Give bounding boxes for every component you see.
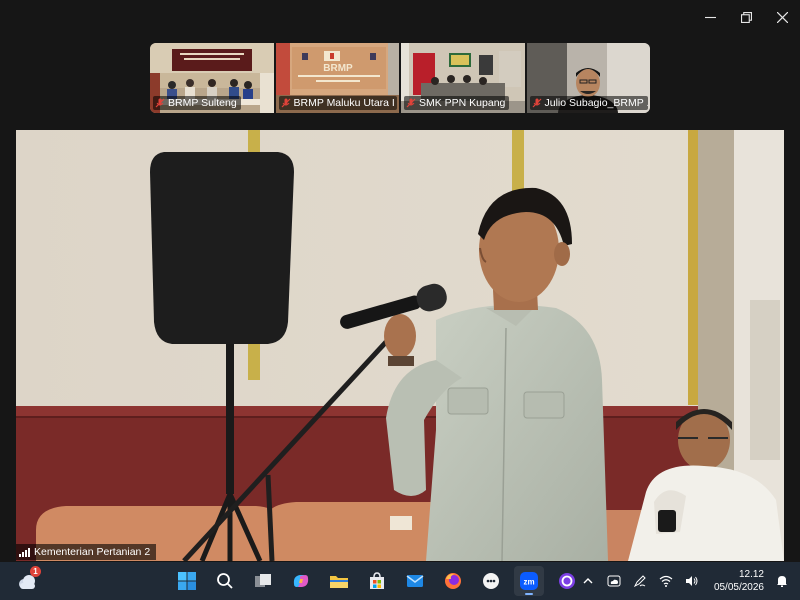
copilot-icon [293, 575, 309, 587]
minimize-button[interactable] [692, 0, 728, 34]
pen-menu-button[interactable] [632, 573, 648, 589]
mic-muted-icon [281, 98, 290, 108]
search-icon [217, 573, 233, 589]
pen-icon [633, 575, 646, 588]
close-icon [776, 11, 788, 23]
taskbar-apps: zm [172, 566, 582, 596]
participant-label: BRMP Maluku Utara I [278, 96, 397, 110]
mic-muted-icon [532, 98, 541, 108]
participant-video-tile[interactable]: Julio Subagio_BRMP ... [526, 43, 650, 113]
clock[interactable]: 12.12 05/05/2026 [714, 568, 764, 594]
onedrive-button[interactable] [606, 573, 622, 589]
mic-muted-icon [406, 98, 416, 108]
participant-label: Julio Subagio_BRMP ... [529, 96, 648, 110]
zoom-icon: zm [520, 572, 538, 590]
chevron-up-icon [583, 578, 593, 584]
notification-bell-icon [777, 576, 787, 587]
speaker-video-frame [16, 130, 784, 561]
zoom-button[interactable]: zm [514, 566, 544, 596]
zoom-window: BRMP Sulteng BRMP BRMP Maluku Utara I SM… [0, 0, 800, 562]
network-signal-icon [19, 547, 30, 557]
participant-video-tile[interactable]: BRMP Sulteng [150, 43, 274, 113]
system-tray: 12.12 05/05/2026 [580, 562, 800, 600]
start-button[interactable] [172, 566, 202, 596]
show-hidden-icons-button[interactable] [580, 573, 596, 589]
firefox-icon [445, 573, 461, 589]
active-speaker-label: Kementerian Pertanian 2 [16, 544, 157, 560]
participant-name: SMK PPN Kupang [419, 97, 506, 109]
active-speaker-name: Kementerian Pertanian 2 [34, 546, 151, 558]
mic-muted-icon [155, 98, 165, 108]
clock-date: 05/05/2026 [713, 582, 764, 593]
close-button[interactable] [764, 0, 800, 34]
wifi-button[interactable] [658, 573, 674, 589]
participant-label: BRMP Sulteng [153, 96, 241, 110]
search-button[interactable] [210, 566, 240, 596]
mail-button[interactable] [400, 566, 430, 596]
notifications-button[interactable] [774, 573, 790, 589]
task-view-button[interactable] [248, 566, 278, 596]
participant-name: BRMP Sulteng [168, 97, 237, 109]
store-icon [370, 572, 384, 589]
circle-app-icon [559, 573, 575, 589]
title-bar [0, 0, 800, 34]
file-explorer-icon [330, 576, 348, 588]
svg-text:BRMP: BRMP [323, 63, 353, 74]
circle-app-button[interactable] [552, 566, 582, 596]
weather-widget[interactable]: 1 [14, 566, 41, 594]
task-view-icon [255, 574, 271, 587]
gallery-strip: BRMP Sulteng BRMP BRMP Maluku Utara I SM… [150, 43, 650, 113]
copilot-button[interactable] [286, 566, 316, 596]
start-icon [178, 572, 196, 590]
volume-icon [685, 576, 698, 586]
minimize-icon [704, 16, 716, 18]
participant-video-tile[interactable]: SMK PPN Kupang [401, 43, 525, 113]
participant-label: SMK PPN Kupang [404, 96, 510, 110]
zoom-label: zm [523, 578, 534, 587]
firefox-button[interactable] [438, 566, 468, 596]
volume-button[interactable] [684, 573, 700, 589]
store-button[interactable] [362, 566, 392, 596]
active-speaker-video[interactable] [16, 130, 784, 561]
restore-button[interactable] [728, 0, 764, 34]
wifi-icon [659, 575, 673, 587]
chat-icon [483, 573, 499, 589]
mail-icon [406, 575, 424, 587]
cloud-sync-icon [607, 575, 621, 587]
chat-button[interactable] [476, 566, 506, 596]
participant-name: Julio Subagio_BRMP ... [544, 97, 648, 109]
notification-badge: 1 [30, 566, 41, 577]
clock-time: 12.12 [738, 569, 764, 580]
file-explorer-button[interactable] [324, 566, 354, 596]
participant-video-tile[interactable]: BRMP BRMP Maluku Utara I [275, 43, 399, 113]
restore-icon [740, 11, 752, 23]
taskbar: 1 zm 12.12 05/05/2026 [0, 562, 800, 600]
participant-name: BRMP Maluku Utara I [293, 97, 395, 109]
